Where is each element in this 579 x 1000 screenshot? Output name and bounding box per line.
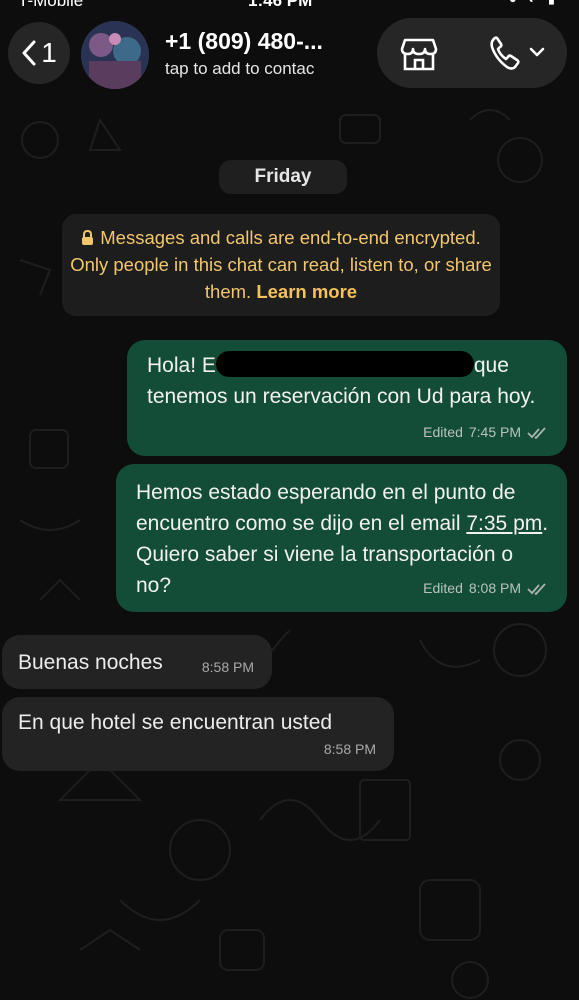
business-store-icon[interactable] <box>399 34 439 74</box>
message-meta: 8:58 PM <box>202 652 254 683</box>
date-separator: Friday <box>219 160 347 194</box>
unread-count: 1 <box>41 37 57 68</box>
edited-label: Edited <box>423 424 463 440</box>
carrier-label: T-Mobile <box>18 0 84 10</box>
redacted-text <box>215 351 474 377</box>
message-text: En que hotel se encuentran usted <box>18 711 333 734</box>
message-bubble-incoming[interactable]: Buenas noches 8:58 PM <box>2 635 272 689</box>
chevron-left-icon <box>22 40 36 66</box>
lock-icon <box>82 230 94 245</box>
message-bubble-outgoing[interactable]: Hola! Eque tenemos un reservación con Ud… <box>127 340 567 456</box>
double-check-icon <box>527 582 546 595</box>
message-meta: Edited 8:08 PM <box>423 573 547 604</box>
header-actions <box>377 18 567 88</box>
clock: 1:46 PM <box>248 0 313 10</box>
message-text: Buenas noches <box>18 651 163 674</box>
encryption-notice[interactable]: Messages and calls are end-to-end encryp… <box>62 214 500 316</box>
message-time: 8:58 PM <box>323 741 376 757</box>
double-check-icon <box>527 426 546 439</box>
message-bubble-outgoing[interactable]: Hemos estado esperando en el punto de en… <box>116 464 567 612</box>
learn-more-link[interactable]: Learn more <box>256 281 357 302</box>
chat-header: 1 +1 (809) 480-... tap to add to contac <box>0 12 579 92</box>
message-time: 7:45 PM <box>468 424 521 440</box>
contact-subtitle: tap to add to contac <box>165 59 315 78</box>
message-meta: Edited 7:45 PM <box>423 417 547 448</box>
status-bar: T-Mobile 1:46 PM ● ◐ ▮ <box>0 0 579 10</box>
message-text: Hola! Eque tenemos un reservación con Ud… <box>147 350 547 412</box>
message-time: 8:58 PM <box>201 659 254 675</box>
avatar[interactable] <box>81 21 149 89</box>
contact-info[interactable]: +1 (809) 480-... tap to add to contac <box>165 28 323 79</box>
message-meta: 8:58 PM <box>324 734 376 765</box>
edited-label: Edited <box>423 580 463 596</box>
message-time: 8:08 PM <box>468 580 521 596</box>
call-phone-icon[interactable] <box>487 35 549 73</box>
status-icons: ● ◐ ▮ <box>509 0 559 7</box>
contact-name: +1 (809) 480-... <box>165 28 323 54</box>
message-bubble-incoming[interactable]: En que hotel se encuentran usted 8:58 PM <box>2 697 394 771</box>
back-button[interactable]: 1 <box>8 22 70 84</box>
time-link[interactable]: 7:35 pm <box>466 512 542 535</box>
